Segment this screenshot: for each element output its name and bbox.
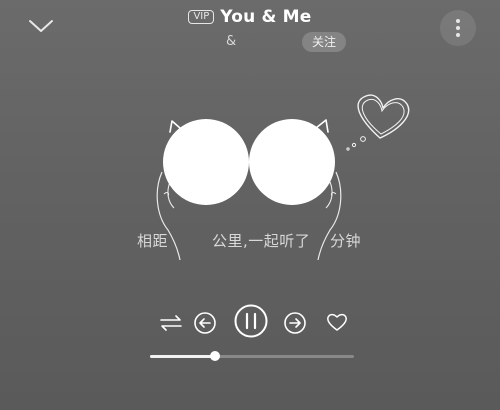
follow-button[interactable]: 关注 (302, 32, 346, 52)
song-title: You & Me (220, 7, 312, 27)
vip-badge: VIP (188, 10, 215, 24)
progress-fill (150, 355, 215, 358)
next-icon[interactable] (283, 311, 307, 335)
distance-prefix: 相距 (137, 232, 169, 250)
previous-icon[interactable] (193, 311, 217, 335)
avatar-right[interactable] (249, 119, 335, 205)
progress-knob[interactable] (210, 351, 220, 361)
pause-icon[interactable] (234, 304, 268, 338)
avatar-left[interactable] (163, 119, 249, 205)
like-heart-icon[interactable] (326, 312, 348, 332)
artist-separator: & (226, 34, 237, 49)
title-row: VIP You & Me (188, 7, 311, 27)
more-options-icon[interactable] (440, 10, 476, 46)
repeat-icon[interactable] (158, 312, 184, 334)
distance-suffix: 分钟 (330, 232, 362, 250)
now-playing-header: VIP You & Me (0, 4, 500, 27)
distance-middle: 公里,一起听了 (212, 232, 311, 250)
